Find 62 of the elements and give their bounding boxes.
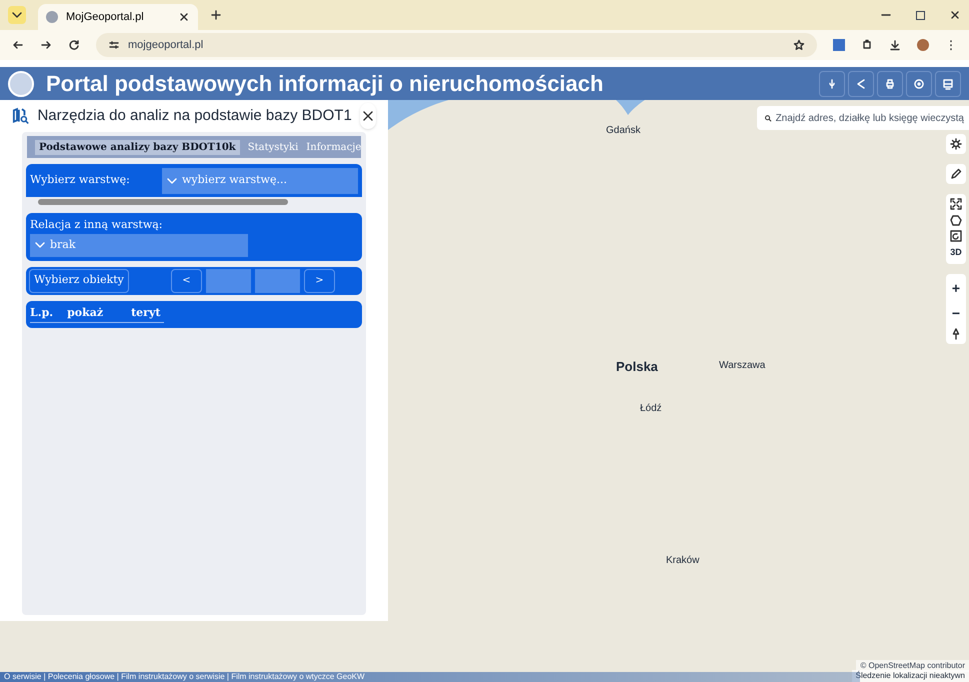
panel-title: Narzędzia do analiz na podstawie bazy BDOT1	[37, 106, 352, 126]
pencil-button[interactable]	[946, 164, 966, 184]
portal-title: Portal podstawowych informacji o nieruchomościach	[46, 70, 604, 98]
layer-label: Wybierz warstwę:	[30, 172, 131, 188]
reload-icon[interactable]	[68, 39, 80, 51]
city-label: Warszawa	[719, 359, 766, 373]
3d-button[interactable]: 3D	[950, 246, 962, 260]
column-header: pokaż	[67, 305, 104, 322]
polygon-icon[interactable]	[950, 214, 962, 226]
search-field[interactable]: Znajdź adres, działkę lub księgę wieczystą	[757, 106, 969, 130]
page-field[interactable]	[255, 268, 300, 292]
address-bar[interactable]: mojgeoportal.pl	[96, 33, 817, 57]
settings-button[interactable]	[946, 134, 966, 154]
browser-tab[interactable]: MojGeoportal.pl	[38, 4, 198, 30]
city-label: Kraków	[666, 554, 700, 568]
zoom-in-button[interactable]: +	[952, 278, 960, 298]
screen-icon	[942, 78, 954, 90]
relation-label: Relacja z inną warstwą:	[30, 217, 164, 233]
close-button[interactable]	[360, 103, 376, 129]
gear-icon	[950, 138, 962, 150]
tab[interactable]: Podstawowe analizy bazy BDOT10k	[35, 140, 240, 154]
footer-links[interactable]: O serwisie | Polecenia głosowe | Film instruktażowy o serwisie | Film instruktażowy o wtyczce GeoKW	[4, 671, 365, 682]
locate-button[interactable]	[906, 70, 932, 96]
forward-icon[interactable]	[40, 39, 52, 51]
tab-title: MojGeoportal.pl	[66, 10, 145, 25]
new-tab-icon[interactable]	[210, 9, 222, 21]
compass-icon[interactable]	[950, 328, 962, 340]
close-icon	[362, 110, 374, 122]
avatar-icon[interactable]	[917, 39, 929, 51]
tab-list-button[interactable]	[8, 6, 26, 24]
column-header: teryt	[131, 305, 160, 322]
rotate-icon[interactable]	[950, 230, 962, 242]
relation-dropdown[interactable]: brak	[30, 234, 248, 256]
target-icon	[913, 78, 925, 90]
microphone-button[interactable]	[819, 70, 845, 96]
fullscreen-icon[interactable]	[950, 198, 962, 210]
download-icon[interactable]	[889, 39, 901, 51]
city-label: Gdańsk	[606, 124, 640, 138]
zoom-out-button[interactable]: −	[952, 302, 960, 324]
close-icon[interactable]	[949, 9, 961, 21]
next-button[interactable]: >	[304, 268, 335, 292]
page-field[interactable]	[206, 268, 251, 292]
print-button[interactable]	[877, 70, 903, 96]
back-icon[interactable]	[12, 39, 24, 51]
avatar-icon	[8, 70, 34, 96]
country-label: Polska	[616, 358, 658, 376]
site-settings-icon[interactable]	[108, 39, 120, 51]
screen-button[interactable]	[935, 70, 961, 96]
tracking-status: Śledzenie lokalizacji nieaktywn	[852, 670, 969, 682]
city-label: Łódź	[640, 402, 662, 416]
share-button[interactable]	[848, 70, 874, 96]
avatar-icon	[46, 11, 58, 23]
share-icon	[855, 78, 867, 90]
pencil-icon	[950, 168, 962, 180]
layer-dropdown[interactable]: wybierz warstwę...	[162, 168, 358, 194]
select-objects-button[interactable]: Wybierz obiekty	[29, 268, 129, 292]
maximize-icon[interactable]	[916, 10, 925, 20]
printer-icon	[884, 78, 896, 90]
star-icon[interactable]	[793, 39, 805, 51]
close-icon[interactable]	[178, 11, 190, 23]
previous-button[interactable]: <	[171, 268, 202, 292]
column-header: L.p.	[30, 305, 54, 322]
